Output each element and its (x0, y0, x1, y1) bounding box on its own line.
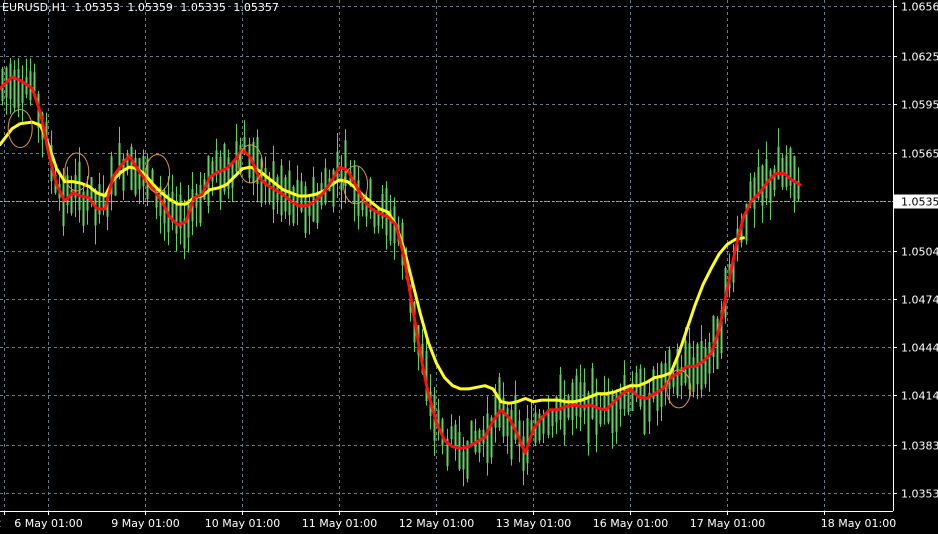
candle-body (510, 409, 513, 460)
candle-body (450, 426, 453, 440)
symbol-label: EURUSD,H1 (2, 1, 67, 14)
axis-layer: 1.0656 1.0625 1.0595 1.0565 1.0535 1.0504 1.04… (0, 0, 938, 530)
candle-body (21, 83, 24, 104)
low-price: 1.05335 (180, 1, 226, 14)
candle-body (199, 185, 202, 224)
price-tick-label: 1.0383 (901, 440, 938, 453)
candle-body (357, 180, 360, 216)
crossover-marker (64, 152, 90, 192)
symbol-header: EURUSD,H1 1.05353 1.05359 1.05335 1.0535… (2, 1, 283, 14)
candle-body (716, 318, 719, 369)
grid-layer (0, 0, 893, 511)
candle-body (668, 349, 671, 389)
candle-body (773, 168, 776, 191)
candle-body (494, 395, 497, 428)
candle-body (175, 201, 178, 234)
fast-ma-line (0, 75, 802, 455)
candle-body (324, 168, 327, 204)
candle-body (591, 368, 594, 419)
candle-body (692, 357, 695, 392)
candle-body (704, 347, 707, 385)
price-chart[interactable]: 1.0656 1.0625 1.0595 1.0565 1.0535 1.0504 1.04… (0, 0, 938, 534)
candle-body (684, 340, 687, 384)
candle-body (454, 424, 457, 447)
candle-body (559, 374, 562, 420)
candle-body (13, 69, 16, 108)
candle-body (78, 161, 81, 211)
time-tick-label: 5 May 2022 (0, 517, 2, 530)
candle-body (219, 156, 222, 202)
candle-body (462, 451, 465, 470)
candle-body (635, 372, 638, 395)
candle-body (563, 397, 566, 436)
time-tick-label: 17 May 01:00 (690, 517, 765, 530)
candle-body (248, 144, 251, 178)
time-tick-label: 18 May 01:00 (821, 517, 896, 530)
close-price: 1.05357 (233, 1, 279, 14)
candle-body (86, 189, 89, 211)
candle-body (458, 431, 461, 470)
candle-body (344, 140, 347, 186)
ma-layer (0, 75, 802, 455)
candle-layer (1, 58, 800, 487)
price-chart-svg[interactable]: 1.0656 1.0625 1.0595 1.0565 1.0535 1.0504 1.04… (0, 0, 938, 534)
time-tick-label: 11 May 01:00 (302, 517, 377, 530)
time-tick-label: 6 May 01:00 (14, 517, 82, 530)
candle-body (231, 162, 234, 188)
price-tick-label: 1.0656 (901, 1, 938, 14)
candle-body (17, 68, 20, 108)
candle-body (611, 391, 614, 434)
candle-body (486, 413, 489, 463)
candle-body (700, 340, 703, 390)
time-tick-label: 10 May 01:00 (205, 517, 280, 530)
candle-body (643, 383, 646, 435)
candle-body (272, 161, 275, 210)
candle-body (312, 176, 315, 222)
candle-body (785, 155, 788, 187)
candle-body (660, 363, 663, 407)
high-price: 1.05359 (127, 1, 173, 14)
candle-body (753, 177, 756, 209)
time-tick-label: 12 May 01:00 (399, 517, 474, 530)
candle-body (769, 170, 772, 204)
candle-body (765, 159, 768, 199)
price-tick-label: 1.0353 (901, 488, 938, 501)
candle-body (142, 155, 145, 187)
candle-body (211, 161, 214, 182)
current-price-label: 1.0535 (901, 196, 938, 209)
candle-body (304, 186, 307, 234)
candle-body (276, 176, 279, 201)
candle-body (656, 378, 659, 411)
candle-body (639, 368, 642, 407)
candle-body (470, 420, 473, 445)
time-tick-label: 13 May 01:00 (496, 517, 571, 530)
price-tick-label: 1.0414 (901, 390, 938, 403)
price-tick-label: 1.0565 (901, 148, 938, 161)
candle-body (373, 211, 376, 228)
price-tick-label: 1.0474 (901, 294, 938, 307)
open-price: 1.05353 (74, 1, 120, 14)
time-tick-label: 16 May 01:00 (593, 517, 668, 530)
candle-body (587, 392, 590, 444)
candle-body (575, 375, 578, 416)
marker-layer (7, 109, 692, 409)
price-tick-label: 1.0595 (901, 99, 938, 112)
candle-body (793, 156, 796, 202)
price-tick-label: 1.0444 (901, 342, 938, 355)
candle-body (506, 408, 509, 437)
price-tick-label: 1.0504 (901, 246, 938, 259)
candle-body (551, 410, 554, 427)
price-tick-label: 1.0625 (901, 51, 938, 64)
candle-body (595, 391, 598, 435)
time-tick-label: 9 May 01:00 (111, 517, 179, 530)
candle-body (268, 178, 271, 202)
